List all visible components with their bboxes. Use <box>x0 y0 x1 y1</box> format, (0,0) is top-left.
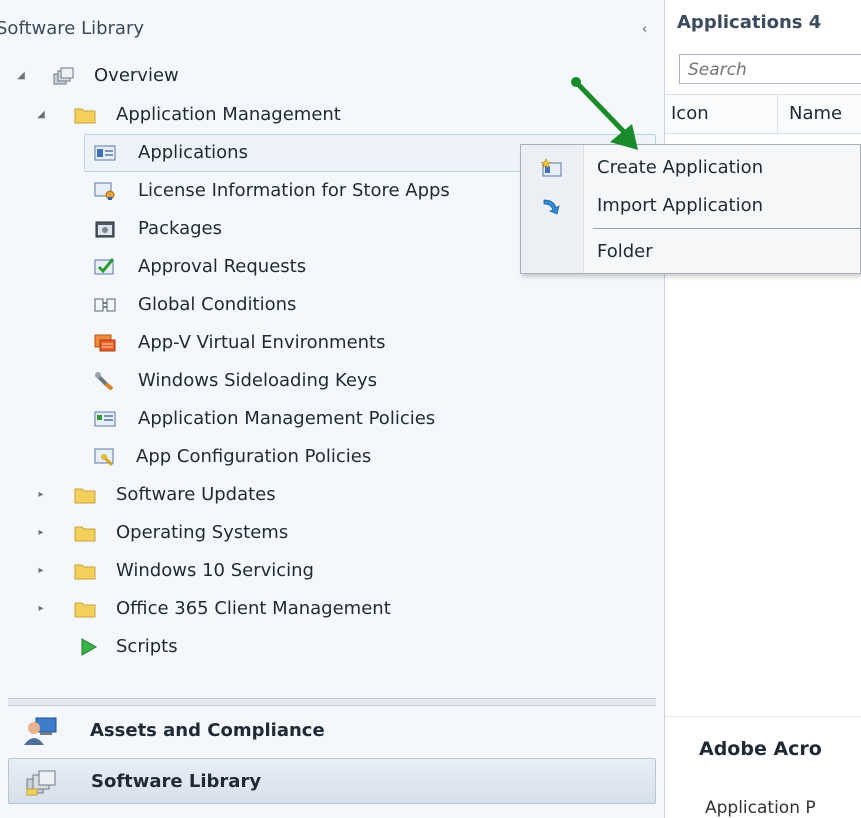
scripts-icon <box>81 638 98 656</box>
menu-item-folder[interactable]: Folder <box>521 233 861 271</box>
nav-header: Software Library ‹ <box>0 8 664 46</box>
menu-item-label: Import Application <box>597 195 764 216</box>
sideloading-keys-icon <box>95 372 114 391</box>
tree-node-overview[interactable]: ◢ Overview <box>0 59 650 93</box>
tree-label: App Configuration Policies <box>136 446 372 467</box>
search-input[interactable] <box>686 56 860 84</box>
tree-label: Global Conditions <box>138 294 297 315</box>
collapsed-arrow-icon[interactable]: ▸ <box>34 554 48 588</box>
annotation-arrow-icon <box>571 77 638 150</box>
tree-label: Applications <box>138 142 248 163</box>
tree-label: Windows 10 Servicing <box>116 560 314 581</box>
tree-label: App-V Virtual Environments <box>138 332 386 353</box>
tree-label: Scripts <box>116 636 178 657</box>
tree-node-scripts[interactable]: Scripts <box>0 630 650 664</box>
management-policies-icon <box>94 411 116 427</box>
details-title: Adobe Acro <box>699 738 822 760</box>
tree-node-appv-environments[interactable]: App-V Virtual Environments <box>0 326 650 360</box>
menu-item-label: Folder <box>597 241 653 262</box>
menu-separator <box>593 228 861 229</box>
nav-title: Software Library <box>0 18 145 39</box>
license-info-icon <box>94 182 115 200</box>
pane-splitter[interactable] <box>8 698 656 706</box>
tree-label: License Information for Store Apps <box>138 180 450 201</box>
collapsed-arrow-icon[interactable]: ▸ <box>34 516 48 550</box>
menu-item-import-application[interactable]: Import Application <box>521 187 861 225</box>
results-title: Applications 4 <box>677 12 822 33</box>
tree-label: Application Management Policies <box>138 408 436 429</box>
folder-icon <box>74 602 96 618</box>
tree-label: Approval Requests <box>138 256 307 277</box>
configmgr-console: Software Library ‹ ◢ Overview ◢ Applicat… <box>0 0 861 818</box>
column-divider[interactable] <box>777 95 778 133</box>
column-header-row: Icon Name <box>665 94 861 134</box>
workspace-label: Assets and Compliance <box>90 720 325 741</box>
tree-label: Application Management <box>116 104 341 125</box>
collapse-pane-icon[interactable]: ‹ <box>642 22 647 37</box>
details-divider <box>665 716 861 717</box>
tree-label: Windows Sideloading Keys <box>138 370 378 391</box>
details-subtitle: Application P <box>705 798 816 818</box>
results-pane: Applications 4 Icon Name Adobe Acro Appl… <box>665 0 861 818</box>
appv-environments-icon <box>94 334 116 352</box>
tree-node-windows10-servicing[interactable]: ▸ Windows 10 Servicing <box>0 554 650 588</box>
tree-node-software-updates[interactable]: ▸ Software Updates <box>0 478 650 512</box>
configuration-policies-icon <box>94 448 114 467</box>
column-header-name[interactable]: Name <box>789 95 842 133</box>
folder-icon <box>74 526 96 542</box>
search-box[interactable] <box>679 54 861 84</box>
tree-node-management-policies[interactable]: Application Management Policies <box>0 402 650 436</box>
workspace-label: Software Library <box>91 771 262 792</box>
tree-label: Software Updates <box>116 484 276 505</box>
tree-node-global-conditions[interactable]: Global Conditions <box>0 288 650 322</box>
folder-icon <box>74 564 96 580</box>
tree-node-office365-client-management[interactable]: ▸ Office 365 Client Management <box>0 592 650 626</box>
applications-icon <box>94 145 116 161</box>
expanded-arrow-icon[interactable]: ◢ <box>34 98 48 132</box>
assets-compliance-icon <box>24 717 57 745</box>
context-menu: Create Application Import Application Fo… <box>520 144 861 274</box>
import-application-icon <box>543 199 560 215</box>
tree-node-configuration-policies[interactable]: App Configuration Policies <box>0 440 650 474</box>
expanded-arrow-icon[interactable]: ◢ <box>14 59 28 93</box>
folder-icon <box>74 108 96 124</box>
column-header-icon[interactable]: Icon <box>671 95 709 133</box>
tree-label: Operating Systems <box>116 522 289 543</box>
collapsed-arrow-icon[interactable]: ▸ <box>34 592 48 626</box>
tree-label: Packages <box>138 218 222 239</box>
folder-icon <box>74 488 96 504</box>
tree-label: Overview <box>94 65 179 86</box>
tree-node-operating-systems[interactable]: ▸ Operating Systems <box>0 516 650 550</box>
tree-node-sideloading-keys[interactable]: Windows Sideloading Keys <box>0 364 650 398</box>
tree-node-license-information[interactable]: License Information for Store Apps <box>0 174 516 208</box>
workspace-assets-and-compliance[interactable]: Assets and Compliance <box>8 708 656 754</box>
tree-node-application-management[interactable]: ◢ Application Management <box>0 98 650 132</box>
approval-requests-icon <box>94 258 115 275</box>
packages-icon <box>95 221 115 238</box>
software-library-icon <box>26 770 56 796</box>
overview-icon <box>53 67 74 85</box>
tree-label: Office 365 Client Management <box>116 598 391 619</box>
create-application-icon <box>541 158 562 177</box>
collapsed-arrow-icon[interactable]: ▸ <box>34 478 48 512</box>
global-conditions-icon <box>94 298 116 312</box>
workspace-software-library[interactable]: Software Library <box>8 758 656 804</box>
